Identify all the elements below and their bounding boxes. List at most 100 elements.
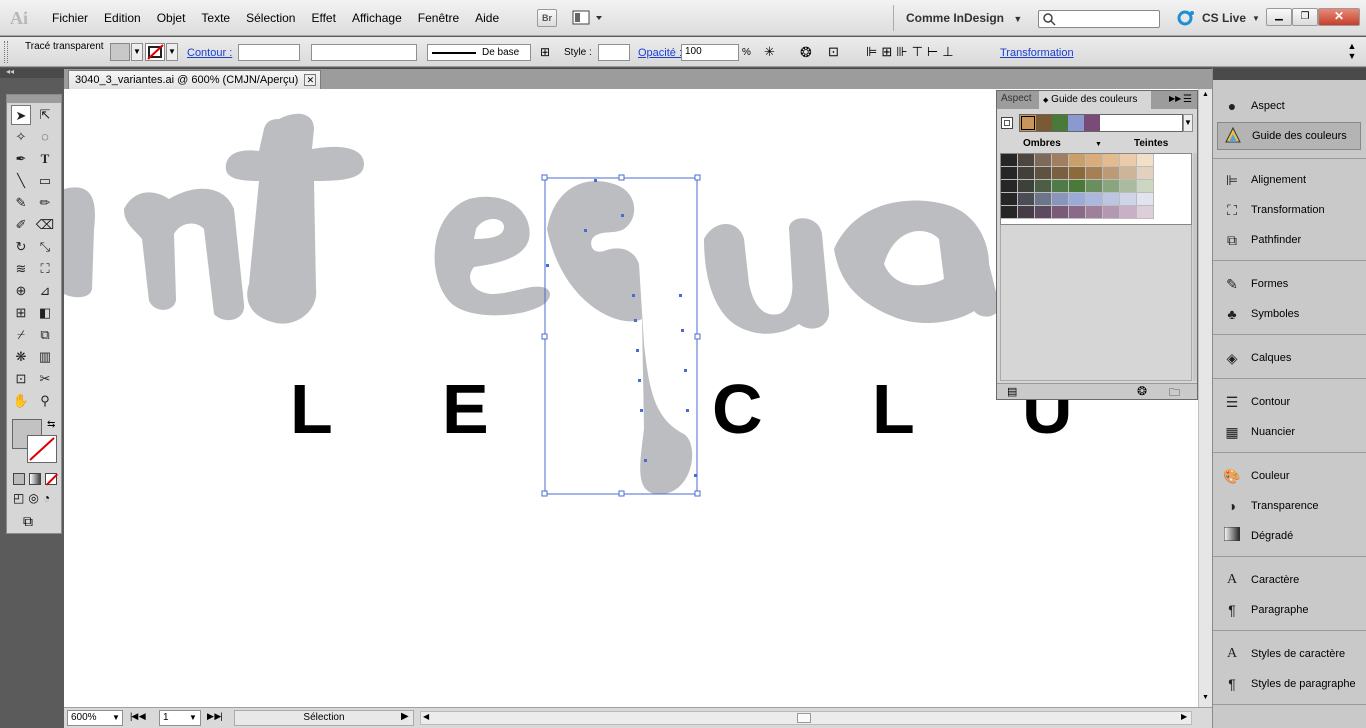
dock-item-aspect[interactable]: ● Aspect xyxy=(1217,92,1361,120)
shape-builder-tool-icon[interactable]: ⊕ xyxy=(11,281,31,301)
color-swatch[interactable] xyxy=(1001,167,1018,180)
color-swatch[interactable] xyxy=(1137,206,1154,219)
color-swatch[interactable] xyxy=(1069,193,1086,206)
isolation-icon[interactable]: ❂ xyxy=(800,45,816,61)
color-swatch[interactable] xyxy=(1137,167,1154,180)
harmony-swatch[interactable] xyxy=(1052,115,1068,131)
workspace-switcher[interactable]: Comme InDesign ▼ xyxy=(906,11,1022,25)
menu-fenetre[interactable]: Fenêtre xyxy=(410,11,467,25)
screen-mode-icon[interactable]: ⧉ xyxy=(23,513,33,530)
tab-color-guide[interactable]: ◆ Guide des couleurs xyxy=(1039,91,1151,109)
dock-item-character[interactable]: A Caractère xyxy=(1217,566,1361,594)
vertical-scrollbar[interactable]: ▲ ▼ xyxy=(1198,89,1212,707)
color-swatch[interactable] xyxy=(1120,167,1137,180)
color-swatch[interactable] xyxy=(1103,154,1120,167)
close-icon[interactable]: ✕ xyxy=(1318,8,1360,26)
dock-item-align[interactable]: ⊫ Alignement xyxy=(1217,166,1361,194)
color-swatch[interactable] xyxy=(1103,206,1120,219)
last-artboard-icon[interactable]: ▶ ▶| xyxy=(207,711,223,722)
dock-item-char-styles[interactable]: A Styles de caractère xyxy=(1217,640,1361,668)
color-swatch[interactable] xyxy=(1120,193,1137,206)
dock-item-stroke[interactable]: ☰ Contour xyxy=(1217,388,1361,416)
scroll-right-icon[interactable]: ▶ xyxy=(1181,712,1187,721)
color-swatch[interactable] xyxy=(1120,154,1137,167)
brush-options-icon[interactable]: ⊞ xyxy=(538,45,552,59)
bridge-button[interactable]: Br xyxy=(537,9,557,27)
align-center-icon[interactable]: ⊞ xyxy=(881,45,892,61)
close-tab-icon[interactable]: ✕ xyxy=(304,74,317,86)
harmony-swatch[interactable] xyxy=(1068,115,1084,131)
menu-texte[interactable]: Texte xyxy=(193,11,238,25)
rotate-tool-icon[interactable]: ↻ xyxy=(11,237,31,257)
control-menu-icon[interactable]: ▲ ▼ xyxy=(1345,41,1359,63)
hand-tool-icon[interactable]: ✋ xyxy=(11,391,31,411)
color-swatch[interactable] xyxy=(1035,180,1052,193)
align-top-icon[interactable]: ⊤ xyxy=(912,45,923,61)
stroke-dropdown[interactable]: ▼ xyxy=(166,43,178,61)
contour-link[interactable]: Contour : xyxy=(187,47,232,59)
width-tool-icon[interactable]: ≋ xyxy=(11,259,31,279)
draw-inside-icon[interactable]: ◔ xyxy=(43,491,50,505)
perspective-grid-tool-icon[interactable]: ⊿ xyxy=(35,281,55,301)
variable-width-field[interactable] xyxy=(311,44,417,61)
dock-item-symbols[interactable]: ♣ Symboles xyxy=(1217,300,1361,328)
menu-affichage[interactable]: Affichage xyxy=(344,11,410,25)
color-swatch[interactable] xyxy=(1052,180,1069,193)
color-swatch[interactable] xyxy=(1137,154,1154,167)
search-input[interactable] xyxy=(1038,10,1160,28)
chevron-down-icon[interactable]: ▼ xyxy=(112,713,120,722)
slice-tool-icon[interactable]: ✂ xyxy=(35,369,55,389)
dock-item-layers[interactable]: ◈ Calques xyxy=(1217,344,1361,372)
base-color-icon[interactable] xyxy=(1001,117,1013,129)
dock-item-transform[interactable]: ⛶ Transformation xyxy=(1217,196,1361,224)
document-tab[interactable]: 3040_3_variantes.ai @ 600% (CMJN/Aperçu)… xyxy=(68,70,322,89)
color-swatch[interactable] xyxy=(1103,193,1120,206)
blend-tool-icon[interactable]: ⧉ xyxy=(35,325,55,345)
color-swatch[interactable] xyxy=(1035,193,1052,206)
color-swatch[interactable] xyxy=(1035,154,1052,167)
color-swatch[interactable] xyxy=(1001,193,1018,206)
cs-live-button[interactable]: CS Live ▼ xyxy=(1176,9,1260,27)
arrange-documents-button[interactable] xyxy=(572,10,606,26)
save-group-icon[interactable]: 🗀 xyxy=(1169,384,1180,403)
dock-item-pathfinder[interactable]: ⧉ Pathfinder xyxy=(1217,226,1361,254)
menu-objet[interactable]: Objet xyxy=(149,11,194,25)
dock-item-transparency[interactable]: ◑ Transparence xyxy=(1217,492,1361,520)
color-swatch[interactable] xyxy=(1137,180,1154,193)
status-tool-field[interactable]: Sélection xyxy=(234,710,414,726)
fill-swatch[interactable] xyxy=(110,43,130,61)
selection-tool-icon[interactable]: ➤ xyxy=(11,105,31,125)
dock-item-color-guide[interactable]: Guide des couleurs xyxy=(1217,122,1361,150)
align-right-icon[interactable]: ⊪ xyxy=(896,45,907,61)
pen-tool-icon[interactable]: ✒ xyxy=(11,149,31,169)
edit-colors-icon[interactable]: ❂ xyxy=(1137,384,1147,398)
tab-aspect[interactable]: Aspect xyxy=(1001,93,1032,104)
color-swatch[interactable] xyxy=(1001,180,1018,193)
symbol-sprayer-tool-icon[interactable]: ❋ xyxy=(11,347,31,367)
swap-colors-icon[interactable]: ⇆ xyxy=(47,419,55,430)
stroke-swatch[interactable] xyxy=(145,43,165,61)
menu-edition[interactable]: Edition xyxy=(96,11,149,25)
align-target-icon[interactable]: ⊡ xyxy=(828,45,852,61)
color-swatch[interactable] xyxy=(1035,206,1052,219)
first-artboard-icon[interactable]: |◀ ◀ xyxy=(130,711,146,722)
eraser-tool-icon[interactable]: ⌫ xyxy=(35,215,55,235)
none-mode-icon[interactable] xyxy=(45,473,59,486)
color-swatch[interactable] xyxy=(1018,180,1035,193)
free-transform-tool-icon[interactable]: ⛶ xyxy=(35,259,55,279)
variation-grid[interactable] xyxy=(1000,153,1192,225)
gradient-tool-icon[interactable]: ◧ xyxy=(35,303,55,323)
opacity-link[interactable]: Opacité : xyxy=(638,47,682,59)
scroll-up-icon[interactable]: ▲ xyxy=(1202,91,1209,98)
type-tool-icon[interactable]: T xyxy=(35,149,55,169)
color-swatch[interactable] xyxy=(1001,206,1018,219)
color-swatch[interactable] xyxy=(1086,180,1103,193)
panel-menu-icon[interactable]: ☰ xyxy=(1183,94,1192,105)
dock-item-color[interactable]: 🎨 Couleur xyxy=(1217,462,1361,490)
color-swatch[interactable] xyxy=(1018,167,1035,180)
chevron-down-icon[interactable]: ▼ xyxy=(1095,141,1102,148)
harmony-swatch[interactable] xyxy=(1084,115,1100,131)
color-mode-icon[interactable] xyxy=(13,473,25,485)
dock-item-swatches[interactable]: ▦ Nuancier xyxy=(1217,418,1361,446)
color-swatch[interactable] xyxy=(1069,180,1086,193)
